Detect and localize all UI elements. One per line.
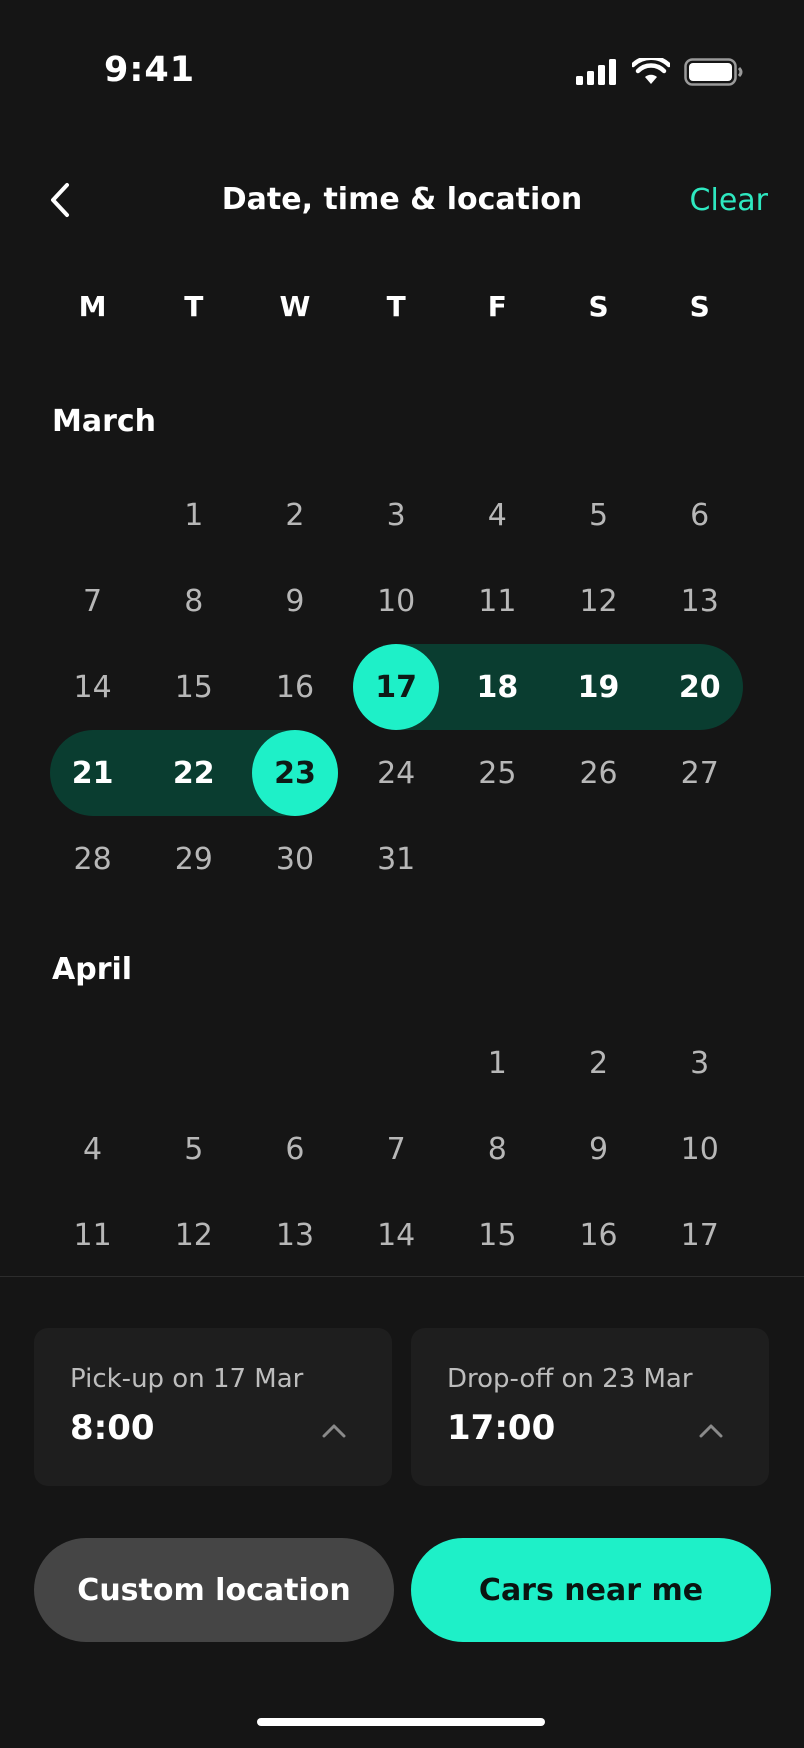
calendar-day[interactable]: 12 <box>143 1192 244 1278</box>
calendar-day[interactable]: 7 <box>346 1106 447 1192</box>
calendar-day-range-end[interactable]: 23 <box>244 730 345 816</box>
calendar-day[interactable]: 20 <box>649 644 750 730</box>
calendar-day[interactable]: 7 <box>42 558 143 644</box>
calendar-day[interactable]: 4 <box>447 472 548 558</box>
calendar-empty-cell <box>346 1020 447 1106</box>
pickup-time-card[interactable]: Pick-up on 17 Mar 8:00 <box>34 1328 392 1486</box>
calendar-month-march: 1 2 3 4 5 6 7 8 9 10 11 12 13 14 15 16 17 18 19 20 21 22 23 24 2… <box>42 472 752 902</box>
signal-icon <box>576 59 616 85</box>
calendar-day[interactable]: 11 <box>447 558 548 644</box>
calendar-day[interactable]: 16 <box>244 644 345 730</box>
chevron-up-icon <box>699 1424 723 1438</box>
weekday-label: M <box>78 290 107 323</box>
calendar-day[interactable]: 18 <box>447 644 548 730</box>
calendar-day[interactable]: 31 <box>346 816 447 902</box>
calendar-day[interactable]: 30 <box>244 816 345 902</box>
calendar-day[interactable]: 17 <box>649 1192 750 1278</box>
calendar-day[interactable]: 15 <box>447 1192 548 1278</box>
calendar-month-april: 1 2 3 4 5 6 7 8 9 10 11 12 13 14 15 16 17 <box>42 1020 752 1278</box>
status-time: 9:41 <box>104 50 196 90</box>
calendar-week-row: 14 15 16 17 18 19 20 <box>42 644 752 730</box>
calendar-day[interactable]: 27 <box>649 730 750 816</box>
calendar-day[interactable]: 2 <box>244 472 345 558</box>
calendar-day[interactable]: 10 <box>649 1106 750 1192</box>
weekday-header: M T W T F S S <box>42 290 762 323</box>
calendar-day[interactable]: 3 <box>346 472 447 558</box>
calendar-day[interactable]: 22 <box>143 730 244 816</box>
calendar-week-row: 7 8 9 10 11 12 13 <box>42 558 752 644</box>
calendar-day[interactable]: 26 <box>548 730 649 816</box>
weekday-label: S <box>588 290 609 323</box>
calendar-empty-cell <box>143 1020 244 1106</box>
weekday-label: T <box>386 290 406 323</box>
calendar-day[interactable]: 21 <box>42 730 143 816</box>
custom-location-button[interactable]: Custom location <box>34 1538 394 1642</box>
calendar-day[interactable]: 24 <box>346 730 447 816</box>
calendar-day[interactable]: 5 <box>143 1106 244 1192</box>
wifi-icon <box>632 58 670 84</box>
calendar-day[interactable]: 10 <box>346 558 447 644</box>
calendar-day[interactable]: 1 <box>143 472 244 558</box>
status-icons <box>576 58 744 86</box>
month-label-april: April <box>52 952 133 987</box>
home-indicator <box>257 1718 545 1726</box>
page-title: Date, time & location <box>221 182 583 217</box>
calendar-day[interactable]: 15 <box>143 644 244 730</box>
calendar-day[interactable]: 14 <box>346 1192 447 1278</box>
calendar-empty-cell <box>649 816 750 902</box>
dropoff-label: Drop-off on 23 Mar <box>447 1364 693 1394</box>
calendar-week-row: 123 <box>42 1020 752 1106</box>
calendar-empty-cell <box>42 472 143 558</box>
clear-button[interactable]: Clear <box>690 183 768 218</box>
calendar-day[interactable]: 25 <box>447 730 548 816</box>
chevron-up-icon <box>322 1424 346 1438</box>
calendar-day[interactable]: 9 <box>548 1106 649 1192</box>
calendar-day[interactable]: 29 <box>143 816 244 902</box>
battery-icon <box>684 58 743 86</box>
calendar-week-row: 11 12 13 14 15 16 17 <box>42 1192 752 1278</box>
calendar-day[interactable]: 13 <box>244 1192 345 1278</box>
calendar-day[interactable]: 12 <box>548 558 649 644</box>
calendar-day[interactable]: 6 <box>649 472 750 558</box>
calendar-day[interactable]: 14 <box>42 644 143 730</box>
calendar-day[interactable]: 8 <box>447 1106 548 1192</box>
calendar-day[interactable]: 4 <box>42 1106 143 1192</box>
calendar-empty-cell <box>447 816 548 902</box>
calendar-day-range-start[interactable]: 17 <box>346 644 447 730</box>
pickup-time: 8:00 <box>70 1408 155 1448</box>
dropoff-time: 17:00 <box>447 1408 556 1448</box>
calendar-day[interactable]: 16 <box>548 1192 649 1278</box>
calendar-day[interactable]: 1 <box>447 1020 548 1106</box>
calendar-empty-cell <box>548 816 649 902</box>
navigation-bar: Date, time & location Clear <box>0 150 804 250</box>
cars-near-me-button[interactable]: Cars near me <box>411 1538 771 1642</box>
calendar-week-row: 21 22 23 24 25 26 27 <box>42 730 752 816</box>
calendar-empty-cell <box>42 1020 143 1106</box>
calendar-day[interactable]: 11 <box>42 1192 143 1278</box>
month-label-march: March <box>52 404 157 439</box>
weekday-label: S <box>689 290 710 323</box>
calendar-day[interactable]: 3 <box>649 1020 750 1106</box>
calendar-empty-cell <box>244 1020 345 1106</box>
weekday-label: F <box>487 290 507 323</box>
calendar-week-row: 123456 <box>42 472 752 558</box>
calendar-day[interactable]: 13 <box>649 558 750 644</box>
calendar-day[interactable]: 19 <box>548 644 649 730</box>
calendar-day[interactable]: 28 <box>42 816 143 902</box>
weekday-label: W <box>279 290 311 323</box>
pickup-label: Pick-up on 17 Mar <box>70 1364 304 1394</box>
calendar-week-row: 28 29 30 31 <box>42 816 752 902</box>
calendar-week-row: 4 5 6 7 8 9 10 <box>42 1106 752 1192</box>
calendar-day[interactable]: 5 <box>548 472 649 558</box>
calendar-day[interactable]: 9 <box>244 558 345 644</box>
calendar-day[interactable]: 8 <box>143 558 244 644</box>
weekday-label: T <box>184 290 204 323</box>
status-bar: 9:41 <box>0 0 804 150</box>
calendar-day[interactable]: 2 <box>548 1020 649 1106</box>
dropoff-time-card[interactable]: Drop-off on 23 Mar 17:00 <box>411 1328 769 1486</box>
calendar-day[interactable]: 6 <box>244 1106 345 1192</box>
